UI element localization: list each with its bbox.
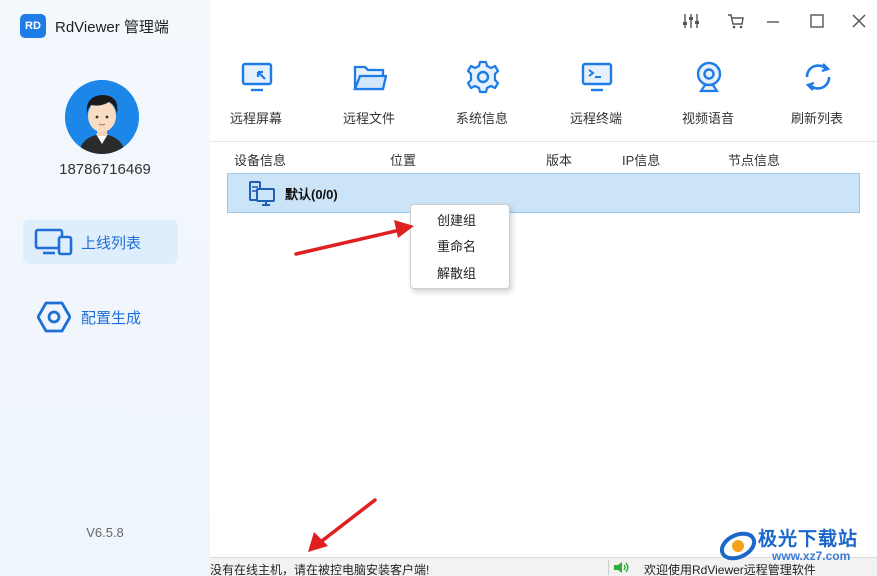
cart-icon[interactable] bbox=[725, 10, 747, 32]
avatar-icon bbox=[65, 80, 139, 154]
column-header-ip[interactable]: IP信息 bbox=[622, 150, 660, 169]
gear-icon bbox=[466, 60, 500, 94]
toolbar: 远程屏幕 远程文件 系统信息 远程终端 视频语音 刷新列表 bbox=[210, 60, 877, 132]
refresh-list-button[interactable]: 刷新列表 bbox=[771, 60, 863, 130]
tool-label: 系统信息 bbox=[455, 111, 508, 126]
speaker-icon[interactable] bbox=[612, 560, 630, 575]
refresh-icon bbox=[801, 60, 835, 94]
device-table: 设备信息 位置 版本 IP信息 节点信息 默认(0/0) bbox=[210, 141, 877, 555]
sidebar-item-label: 上线列表 bbox=[81, 234, 142, 252]
app-logo: RD bbox=[20, 14, 46, 38]
app-title: RdViewer 管理端 bbox=[55, 19, 169, 36]
tool-label: 远程终端 bbox=[569, 111, 622, 126]
sidebar-item-online-list[interactable]: 上线列表 bbox=[23, 220, 178, 264]
column-header-version[interactable]: 版本 bbox=[546, 150, 572, 169]
settings-sliders-icon[interactable] bbox=[680, 10, 702, 32]
menu-item-rename[interactable]: 重命名 bbox=[411, 234, 511, 260]
menu-item-dissolve-group[interactable]: 解散组 bbox=[411, 261, 511, 287]
system-info-button[interactable]: 系统信息 bbox=[436, 60, 528, 130]
group-label: 默认(0/0) bbox=[285, 186, 338, 202]
tool-label: 远程文件 bbox=[342, 111, 395, 126]
remote-screen-button[interactable]: 远程屏幕 bbox=[210, 60, 302, 130]
group-row-default[interactable]: 默认(0/0) bbox=[227, 173, 860, 213]
user-phone: 18786716469 bbox=[59, 161, 151, 178]
column-header-device[interactable]: 设备信息 bbox=[234, 150, 286, 169]
sidebar-item-label: 配置生成 bbox=[81, 309, 142, 327]
watermark-text: 极光下载站 bbox=[758, 529, 859, 550]
watermark-logo-icon bbox=[719, 531, 757, 561]
hexagon-gear-icon bbox=[33, 301, 75, 333]
status-message: 没有在线主机，请在被控电脑安装客户端! bbox=[210, 563, 430, 576]
close-icon[interactable] bbox=[848, 10, 870, 32]
remote-terminal-button[interactable]: 远程终端 bbox=[550, 60, 642, 130]
avatar[interactable] bbox=[65, 80, 139, 154]
maximize-icon[interactable] bbox=[806, 10, 828, 32]
webcam-icon bbox=[692, 60, 726, 94]
sidebar-item-config-generate[interactable]: 配置生成 bbox=[23, 295, 178, 339]
menu-item-create-group[interactable]: 创建组 bbox=[411, 208, 511, 234]
folder-icon bbox=[353, 60, 387, 94]
context-menu: 创建组 重命名 解散组 bbox=[410, 204, 510, 289]
watermark: 极光下载站 www.xz7.com bbox=[718, 522, 873, 570]
video-voice-button[interactable]: 视频语音 bbox=[662, 60, 754, 130]
computer-group-icon bbox=[248, 179, 276, 207]
status-divider bbox=[608, 560, 609, 575]
tool-label: 远程屏幕 bbox=[229, 111, 282, 126]
table-header: 设备信息 位置 版本 IP信息 节点信息 bbox=[210, 142, 877, 172]
devices-icon bbox=[33, 227, 75, 257]
column-header-location[interactable]: 位置 bbox=[390, 150, 416, 169]
app-version: V6.5.8 bbox=[86, 525, 124, 540]
sidebar: RD RdViewer 管理端 18786716469 上线列表 配置生成 V6… bbox=[0, 0, 210, 576]
column-header-node[interactable]: 节点信息 bbox=[728, 150, 780, 169]
watermark-url: www.xz7.com bbox=[772, 549, 851, 563]
minimize-icon[interactable] bbox=[762, 10, 784, 32]
tool-label: 刷新列表 bbox=[790, 111, 843, 126]
terminal-icon bbox=[580, 60, 614, 94]
tool-label: 视频语音 bbox=[681, 111, 734, 126]
remote-screen-icon bbox=[240, 60, 274, 94]
remote-file-button[interactable]: 远程文件 bbox=[323, 60, 415, 130]
